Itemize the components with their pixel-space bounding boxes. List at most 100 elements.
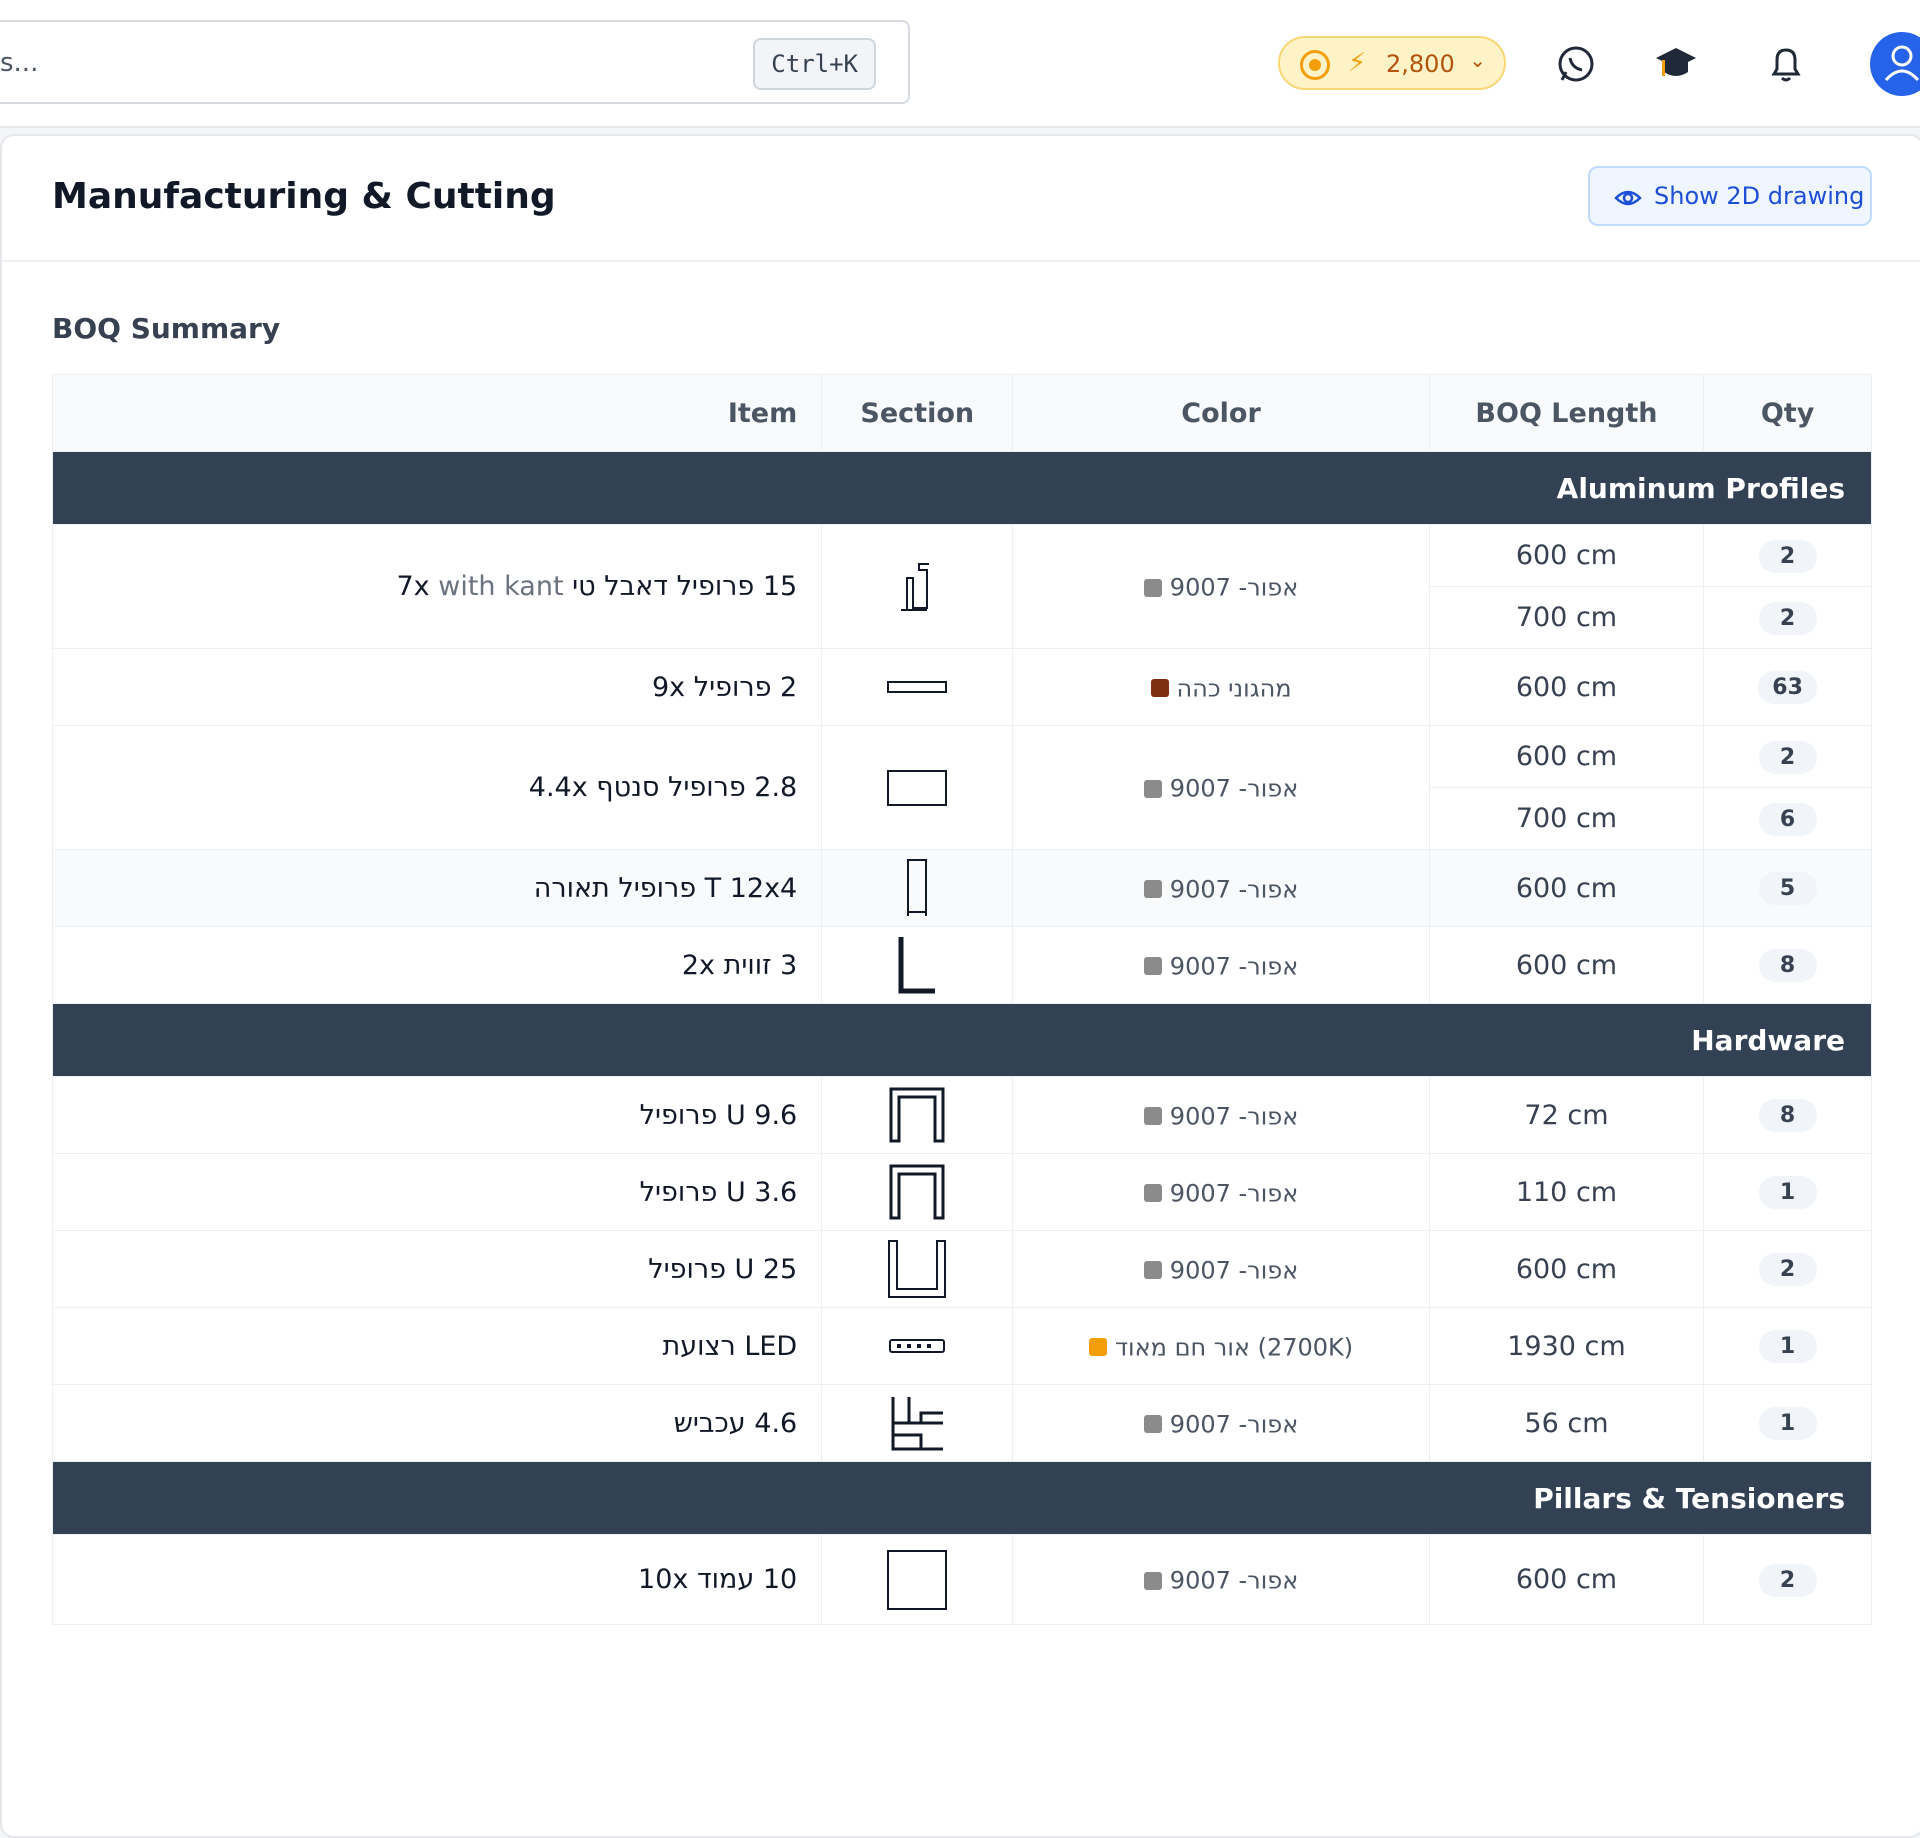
angle-profile-icon [898, 937, 936, 994]
color-cell: אור חם מאוד (2700K) [1012, 1307, 1430, 1385]
item-name: 3 זווית 2x [51, 926, 823, 1004]
qty-cell: 6 [1703, 787, 1872, 850]
color-label: 9007 -אפור [1169, 875, 1299, 903]
divider [2, 260, 1920, 262]
column-header-color[interactable]: Color [1012, 374, 1430, 452]
chevron-down-icon: ⌄ [1469, 48, 1486, 72]
whatsapp-icon[interactable] [1554, 42, 1598, 86]
color-label: 9007 -אפור [1169, 1566, 1299, 1595]
item-name: 2 פרופיל 9x [51, 648, 823, 726]
credits-dropdown[interactable]: ⚡ 2,800 ⌄ [1278, 36, 1506, 90]
table-row[interactable]: 3 זווית 2x 9007 -אפור 600 cm 8 [51, 926, 1872, 1004]
group-row-hardware: Hardware [52, 1003, 1872, 1077]
manufacturing-card: Manufacturing & Cutting Show 2D drawing … [0, 134, 1920, 1838]
section-cell [821, 524, 1014, 649]
column-header-length[interactable]: BOQ Length [1428, 374, 1705, 452]
qty-cell: 8 [1703, 1076, 1872, 1154]
item-name: U 9.6 פרופיל [51, 1076, 823, 1154]
color-swatch [1150, 679, 1169, 697]
qty-badge: 8 [1758, 1099, 1817, 1132]
length-cell: 1930 cm [1428, 1307, 1705, 1385]
bell-icon[interactable] [1764, 42, 1808, 86]
column-header-item[interactable]: Item [51, 374, 823, 452]
credits-value: 2,800 [1386, 50, 1455, 78]
coin-icon [1300, 50, 1330, 80]
color-cell: 9007 -אפור [1012, 849, 1430, 927]
qty-badge: 2 [1758, 539, 1817, 573]
qty-cell: 1 [1703, 1384, 1872, 1462]
length-cell: 600 cm [1428, 725, 1705, 788]
column-header-qty[interactable]: Qty [1703, 374, 1872, 452]
qty-cell: 1 [1703, 1153, 1872, 1231]
length-cell: 600 cm [1428, 648, 1705, 726]
length-cell: 600 cm [1428, 849, 1705, 927]
length-cell: 72 cm [1428, 1076, 1705, 1154]
section-cell [821, 648, 1014, 726]
qty-badge: 8 [1758, 949, 1817, 982]
item-name: T 12x4 פרופיל תאורה [51, 849, 823, 927]
color-swatch [1143, 957, 1162, 975]
color-cell: מהגוני כהה [1012, 648, 1430, 726]
color-cell: 9007 -אפור [1012, 1076, 1430, 1154]
group-row-pillars-tensioners: Pillars & Tensioners [52, 1461, 1872, 1535]
qty-cell: 1 [1703, 1307, 1872, 1385]
color-cell: 9007 -אפור [1012, 926, 1430, 1004]
section-cell [821, 1153, 1014, 1231]
qty-badge: 1 [1758, 1407, 1817, 1440]
qty-badge: 63 [1758, 671, 1817, 704]
show-2d-drawing-label: Show 2D drawing [1654, 182, 1865, 210]
length-cell: 600 cm [1428, 926, 1705, 1004]
keyboard-shortcut-badge: Ctrl+K [753, 38, 876, 90]
table-row[interactable]: U 25 פרופיל 9007 -אפור 600 cm 2 [51, 1230, 1872, 1308]
column-header-section[interactable]: Section [821, 374, 1014, 452]
color-swatch [1143, 1184, 1162, 1202]
color-cell: 9007 -אפור [1012, 1230, 1430, 1308]
color-swatch [1143, 1415, 1162, 1433]
item-name: U 25 פרופיל [51, 1230, 823, 1308]
qty-cell: 63 [1703, 648, 1872, 726]
u-profile-icon [889, 1087, 945, 1143]
graduation-cap-icon[interactable] [1654, 42, 1698, 86]
table-row[interactable]: 2 פרופיל 9x מהגוני כהה 600 cm 63 [51, 648, 1872, 726]
length-cell: 600 cm [1428, 1534, 1705, 1625]
color-cell: 9007 -אפור [1012, 1153, 1430, 1231]
color-swatch [1143, 880, 1162, 898]
avatar[interactable] [1870, 32, 1920, 96]
table-row[interactable]: 10 עמוד 10x 9007 -אפור 600 cm 2 [51, 1534, 1872, 1625]
color-label: 9007 -אפור [1169, 573, 1299, 602]
length-cell: 110 cm [1428, 1153, 1705, 1231]
table-row[interactable]: U 3.6 פרופיל 9007 -אפור 110 cm 1 [51, 1153, 1872, 1231]
qty-badge: 1 [1758, 1176, 1817, 1209]
color-swatch [1143, 578, 1162, 597]
color-label: מהגוני כהה [1176, 674, 1292, 702]
search-input[interactable]: s... Ctrl+K [0, 20, 910, 104]
section-cell [821, 1307, 1014, 1385]
table-row[interactable]: 4.6 עכביש 9007 -אפור 56 cm 1 [51, 1384, 1872, 1462]
spider-connector-icon [891, 1397, 944, 1451]
qty-badge: 2 [1758, 1563, 1817, 1597]
color-label: 9007 -אפור [1169, 952, 1299, 980]
top-bar: s... Ctrl+K ⚡ 2,800 ⌄ [0, 0, 1920, 128]
table-row[interactable]: LED רצועת אור חם מאוד (2700K) 1930 cm 1 [51, 1307, 1872, 1385]
qty-cell: 2 [1703, 725, 1872, 788]
length-cell: 700 cm [1428, 787, 1705, 850]
qty-badge: 2 [1758, 601, 1817, 635]
group-label: Pillars & Tensioners [52, 1461, 1872, 1535]
table-row[interactable]: 15 פרופיל דאבל טי 7x with kant 9007 -אפו… [51, 524, 1872, 649]
section-cell [821, 926, 1014, 1004]
qty-badge: 2 [1758, 1253, 1817, 1286]
table-row[interactable]: 2.8 פרופיל סנטף 4.4x 9007 -אפור 600 cm 2 [51, 725, 1872, 850]
color-swatch [1088, 1338, 1107, 1356]
section-cell [821, 1230, 1014, 1308]
group-label: Aluminum Profiles [52, 451, 1872, 525]
u-channel-icon [888, 1240, 947, 1298]
table-row[interactable]: T 12x4 פרופיל תאורה 9007 -אפור 600 cm 5 [51, 849, 1872, 927]
table-row[interactable]: U 9.6 פרופיל 9007 -אפור 72 cm 8 [51, 1076, 1872, 1154]
qty-badge: 1 [1758, 1330, 1817, 1363]
group-label: Hardware [52, 1003, 1872, 1077]
color-cell: 9007 -אפור [1012, 725, 1430, 850]
u-profile-icon [889, 1164, 945, 1220]
show-2d-drawing-button[interactable]: Show 2D drawing [1588, 166, 1872, 226]
led-strip-icon [889, 1339, 946, 1353]
color-swatch [1143, 1261, 1162, 1279]
